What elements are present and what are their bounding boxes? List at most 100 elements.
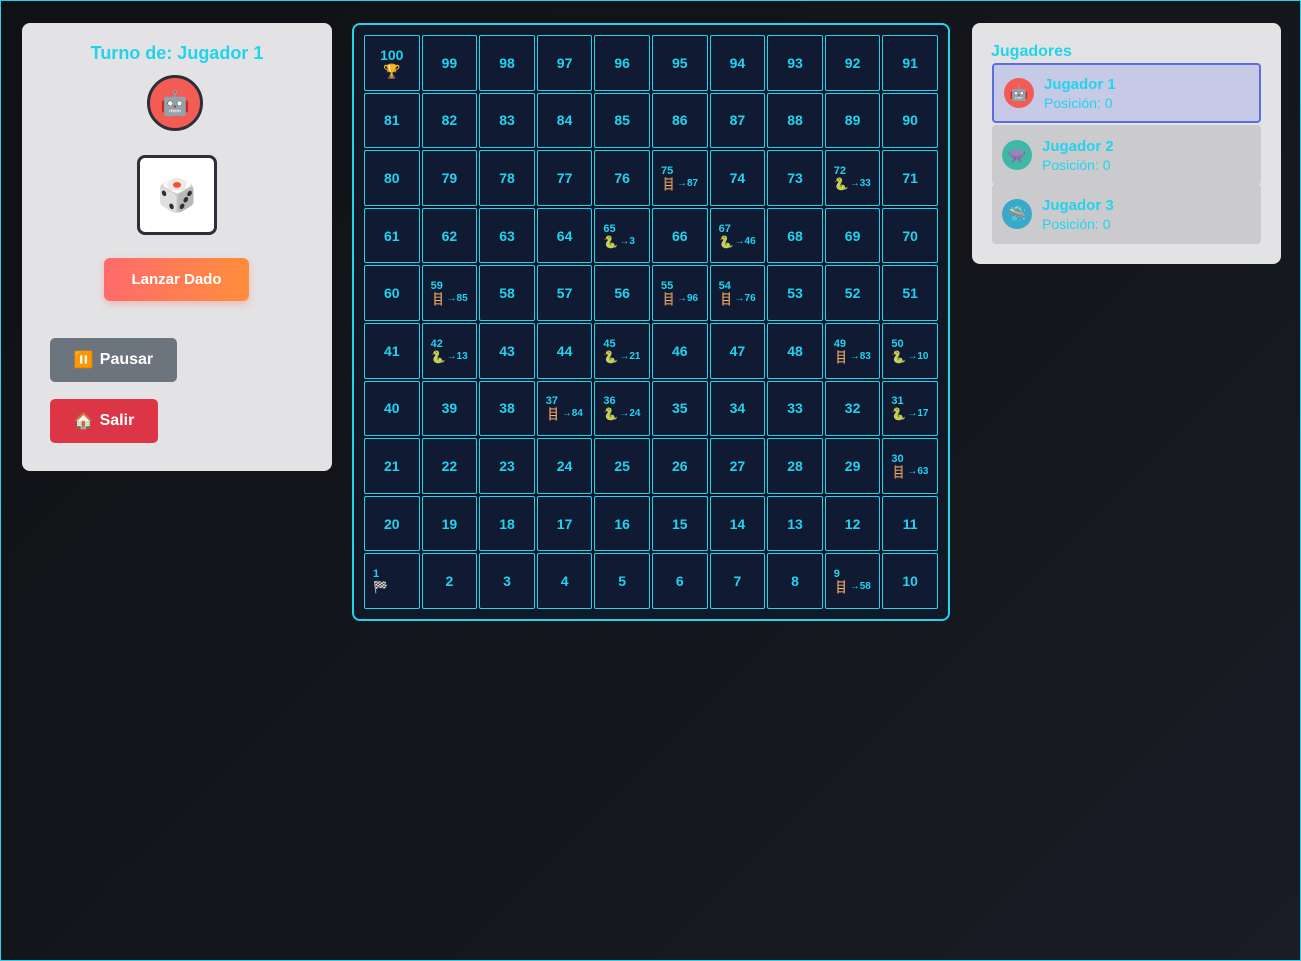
player-avatar-icon: 🛸	[1002, 199, 1032, 229]
board-cell-25: 25	[594, 438, 650, 494]
cell-number: 8	[791, 573, 799, 590]
dice-icon[interactable]: 🎲	[137, 155, 217, 235]
cell-number: 100	[380, 46, 404, 63]
board-cell-79: 79	[421, 150, 478, 206]
board-cell-56: 56	[594, 265, 650, 321]
pause-icon: ⏸️	[73, 352, 94, 369]
cell-number: 16	[614, 515, 630, 532]
board-cell-34: 34	[709, 380, 766, 437]
board-cell-29: 29	[824, 438, 881, 494]
cell-number: 72	[833, 164, 847, 177]
ladder-link: 🪜 →63	[891, 465, 928, 479]
board-cell-12: 12	[824, 495, 881, 552]
cell-number: 58	[499, 285, 515, 302]
board-cell-38: 38	[479, 380, 535, 437]
board-cell-93: 93	[767, 35, 823, 91]
cell-number: 36	[603, 395, 616, 408]
cell-number: 50	[891, 337, 904, 350]
board-cell-87: 87	[709, 92, 766, 149]
roll-dice-button[interactable]: Lanzar Dado	[104, 258, 249, 301]
cell-number: 15	[672, 515, 688, 532]
cell-number: 44	[556, 342, 573, 359]
cell-number: 21	[384, 457, 400, 474]
cell-number: 75	[660, 164, 674, 177]
snake-target: →10	[907, 350, 929, 362]
board-cell-7: 7	[709, 553, 766, 609]
cell-number: 59	[430, 280, 443, 293]
cell-number: 96	[614, 54, 630, 71]
cell-number: 92	[844, 54, 861, 71]
board-cell-77: 77	[536, 150, 593, 206]
ladder-target: →87	[676, 177, 699, 189]
snake-link: 🐍 →33	[834, 177, 871, 191]
cell-number: 73	[787, 169, 803, 186]
player-card: 🛸 Jugador 3 Posición: 0	[992, 184, 1261, 244]
cell-number: 12	[844, 515, 861, 532]
snake-icon: 🐍	[891, 349, 907, 364]
snake-link: 🐍 →46	[719, 235, 756, 249]
board-cell-95: 95	[651, 35, 708, 91]
snake-link: 🐍 →17	[891, 407, 928, 421]
cell-number: 63	[499, 227, 515, 244]
board-cell-11: 11	[882, 495, 938, 552]
ladder-link: 🪜 →96	[661, 292, 698, 306]
cell-number: 13	[787, 515, 803, 532]
cell-number: 91	[902, 54, 918, 71]
board-cell-60: 60	[364, 265, 420, 321]
cell-number: 79	[441, 169, 458, 186]
cell-number: 86	[672, 112, 688, 129]
cell-number: 40	[384, 400, 400, 417]
player-info: Jugador 2 Posición: 0	[1042, 137, 1114, 174]
board-cell-27: 27	[709, 438, 766, 494]
player-card: 👾 Jugador 2 Posición: 0	[992, 125, 1261, 185]
board-cell-69: 69	[824, 207, 881, 264]
cell-number: 71	[902, 169, 918, 186]
cell-number: 62	[441, 227, 458, 244]
cell-number: 48	[787, 342, 803, 359]
exit-button[interactable]: 🏠 Salir	[50, 399, 158, 443]
cell-number: 89	[844, 112, 861, 129]
players-title: Jugadores	[991, 43, 1072, 60]
board-cell-61: 61	[364, 207, 420, 264]
board-cell-54: 54 🪜 →76	[709, 265, 766, 321]
ladder-target: →96	[676, 293, 699, 305]
board-cell-49: 49 🪜 →83	[824, 322, 881, 379]
board-cell-81: 81	[364, 92, 420, 149]
cell-number: 49	[833, 337, 847, 350]
board-cell-48: 48	[767, 322, 823, 379]
board-cell-6: 6	[651, 553, 708, 609]
snake-icon: 🐍	[430, 349, 446, 364]
board-cell-63: 63	[479, 207, 535, 264]
board-cell-82: 82	[421, 92, 478, 149]
board-cell-16: 16	[594, 495, 650, 552]
board-cell-100: 100 🏆	[364, 35, 420, 91]
cell-number: 7	[733, 573, 742, 590]
cell-number: 55	[660, 280, 674, 293]
cell-number: 88	[787, 112, 803, 129]
cell-number: 60	[384, 285, 400, 302]
board-cell-78: 78	[479, 150, 535, 206]
turn-label: Turno de: Jugador 1	[90, 43, 264, 63]
cell-number: 52	[844, 285, 861, 302]
snake-icon: 🐍	[603, 407, 619, 422]
cell-number: 41	[384, 342, 400, 359]
board-cell-70: 70	[882, 207, 938, 264]
cell-number: 31	[891, 395, 904, 408]
board-cell-4: 4	[536, 553, 593, 609]
ladder-link: 🪜 →85	[431, 292, 468, 306]
snake-target: →33	[849, 177, 871, 189]
cell-number: 5	[618, 573, 627, 590]
cell-number: 54	[718, 280, 731, 293]
board-cell-28: 28	[767, 438, 823, 494]
board-cell-73: 73	[767, 150, 823, 206]
board-cell-45: 45 🐍 →21	[594, 322, 650, 379]
ladder-target: →84	[561, 408, 583, 420]
snake-target: →13	[446, 350, 468, 362]
board-cell-40: 40	[364, 380, 420, 437]
board-cell-24: 24	[536, 438, 593, 494]
game-board: 100 🏆 99 98 97 96 95 94 93 92 91 81 82 83 84 85 86 87 88 89…	[352, 23, 950, 621]
pause-button[interactable]: ⏸️ Pausar	[50, 338, 177, 382]
cell-number: 84	[556, 112, 573, 129]
ladder-icon: 🪜	[660, 176, 676, 191]
ladder-icon: 🪜	[660, 292, 676, 307]
